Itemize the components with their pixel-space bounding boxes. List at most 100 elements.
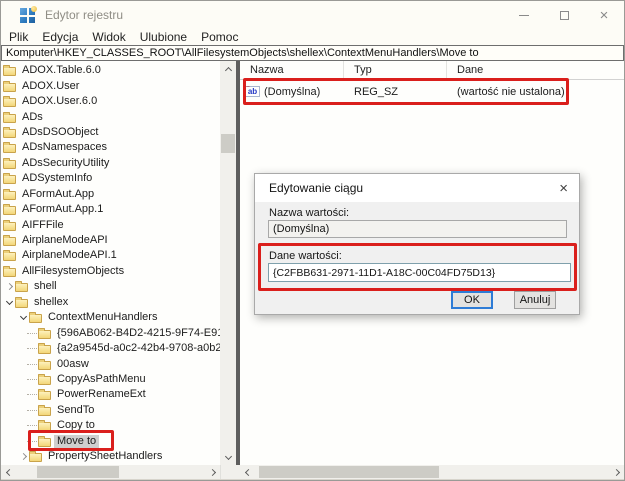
column-header-dane[interactable]: Dane: [447, 61, 624, 79]
tree-item-label: PropertySheetHandlers: [45, 450, 165, 463]
tree-item-label: Copy to: [54, 419, 98, 432]
chevron-left-icon: [244, 468, 251, 475]
tree-item-label: AFormAut.App: [19, 188, 97, 201]
horizontal-scroll-thumb[interactable]: [259, 466, 439, 478]
menu-item-pomoc[interactable]: Pomoc: [199, 30, 247, 44]
menu-item-widok[interactable]: Widok: [90, 30, 134, 44]
tree-item-label: AirplaneModeAPI: [19, 234, 111, 247]
tree-guide-line: [27, 425, 37, 426]
cancel-button[interactable]: Anuluj: [514, 291, 556, 309]
tree-item-aformaut-app[interactable]: AFormAut.App: [1, 187, 220, 202]
vertical-scroll-thumb[interactable]: [221, 134, 235, 153]
tree-item-596ab062-b4d2-4215-9f74-e9109b0a[interactable]: {596AB062-B4D2-4215-9F74-E9109B0A: [1, 325, 220, 340]
tree-item-adsysteminfo[interactable]: ADSystemInfo: [1, 171, 220, 186]
tree-item-label: ADOX.User: [19, 80, 82, 93]
folder-icon: [38, 376, 51, 385]
tree-item-propertysheethandlers[interactable]: PropertySheetHandlers: [1, 449, 220, 464]
minimize-icon: [519, 15, 529, 16]
tree-item-label: {596AB062-B4D2-4215-9F74-E9109B0A: [54, 327, 220, 340]
tree-guide-line: [27, 333, 37, 334]
menu-item-edycja[interactable]: Edycja: [40, 30, 87, 44]
tree-item-copy-to[interactable]: Copy to: [1, 418, 220, 433]
folder-icon: [3, 237, 16, 246]
close-icon: ×: [600, 8, 609, 23]
folder-icon: [3, 160, 16, 169]
scrollbar-corner: [220, 465, 240, 479]
chevron-down-icon[interactable]: [3, 301, 15, 304]
tree-item-label: shellex: [31, 296, 71, 309]
value-data: (wartość nie ustalona): [447, 86, 624, 98]
tree-item-ads[interactable]: ADs: [1, 109, 220, 124]
tree-item-allfilesystemobjects[interactable]: AllFilesystemObjects: [1, 264, 220, 279]
tree-item-adox-user[interactable]: ADOX.User: [1, 78, 220, 93]
tree-item-label: PowerRenameExt: [54, 388, 149, 401]
scroll-right-button[interactable]: [206, 465, 220, 479]
tree-item-label: shell: [31, 280, 60, 293]
value-name: (Domyślna): [264, 86, 320, 98]
scroll-up-button[interactable]: [220, 61, 236, 77]
tree-item-label: ADOX.User.6.0: [19, 95, 100, 108]
tree-item-00asw[interactable]: 00asw: [1, 356, 220, 371]
minimize-button[interactable]: [504, 1, 544, 29]
tree-item-copyaspathmenu[interactable]: CopyAsPathMenu: [1, 372, 220, 387]
tree-item-adssecurityutility[interactable]: ADsSecurityUtility: [1, 156, 220, 171]
tree-item-shellex[interactable]: shellex: [1, 295, 220, 310]
chevron-right-icon: [208, 468, 215, 475]
tree-item-airplanemodeapi-1[interactable]: AirplaneModeAPI.1: [1, 248, 220, 263]
value-data-label: Dane wartości:: [269, 250, 342, 262]
tree-item-move-to[interactable]: Move to: [1, 434, 220, 449]
value-name-cell: ab(Domyślna): [240, 86, 344, 98]
maximize-button[interactable]: [544, 1, 584, 29]
dialog-close-button[interactable]: ×: [559, 181, 568, 196]
tree-item-adox-user-6-0[interactable]: ADOX.User.6.0: [1, 94, 220, 109]
tree-item-aifffile[interactable]: AIFFFile: [1, 217, 220, 232]
tree-item-adsnamespaces[interactable]: ADsNamespaces: [1, 140, 220, 155]
tree-item-sendto[interactable]: SendTo: [1, 403, 220, 418]
value-data-input[interactable]: [268, 263, 571, 282]
tree-item-powerrenameext[interactable]: PowerRenameExt: [1, 387, 220, 402]
tree-item-airplanemodeapi[interactable]: AirplaneModeAPI: [1, 233, 220, 248]
folder-icon: [38, 361, 51, 370]
list-body: ab(Domyślna)REG_SZ(wartość nie ustalona): [240, 80, 624, 103]
tree-item-contextmenuhandlers[interactable]: ContextMenuHandlers: [1, 310, 220, 325]
column-header-typ[interactable]: Typ: [344, 61, 447, 79]
tree-item-adox-table-6-0[interactable]: ADOX.Table.6.0: [1, 63, 220, 78]
folder-icon: [3, 206, 16, 215]
tree-item-label: AFormAut.App.1: [19, 203, 106, 216]
tree-vertical-scrollbar[interactable]: [220, 61, 236, 465]
chevron-down-icon: [224, 452, 231, 459]
tree-item-label: Move to: [54, 435, 99, 448]
ok-button[interactable]: OK: [451, 291, 493, 309]
chevron-left-icon: [5, 468, 12, 475]
folder-icon: [38, 330, 51, 339]
tree-item-adsdsoobject[interactable]: ADsDSOObject: [1, 125, 220, 140]
scroll-left-button[interactable]: [240, 465, 254, 479]
folder-icon: [38, 422, 51, 431]
tree-item-a2a9545d-a0c2-42b4-9708-a0b2badd[interactable]: {a2a9545d-a0c2-42b4-9708-a0b2badd: [1, 341, 220, 356]
value-row[interactable]: ab(Domyślna)REG_SZ(wartość nie ustalona): [240, 80, 624, 103]
tree-item-aformaut-app-1[interactable]: AFormAut.App.1: [1, 202, 220, 217]
tree-item-shell[interactable]: shell: [1, 279, 220, 294]
value-name-input[interactable]: [268, 220, 567, 238]
chevron-right-icon[interactable]: [17, 454, 29, 459]
folder-icon: [3, 67, 16, 76]
scroll-right-button[interactable]: [610, 465, 624, 479]
scroll-down-button[interactable]: [220, 449, 236, 465]
close-button[interactable]: ×: [584, 1, 624, 29]
menu-item-plik[interactable]: Plik: [7, 30, 37, 44]
horizontal-scroll-thumb[interactable]: [37, 466, 119, 478]
menu-item-ulubione[interactable]: Ulubione: [138, 30, 196, 44]
caption-buttons: ×: [504, 1, 624, 29]
tree-pane: ADOX.Table.6.0ADOX.UserADOX.User.6.0ADsA…: [1, 61, 236, 465]
tree-item-label: ContextMenuHandlers: [45, 311, 160, 324]
window-title: Edytor rejestru: [45, 8, 123, 22]
address-bar[interactable]: Komputer\HKEY_CLASSES_ROOT\AllFilesystem…: [1, 45, 624, 61]
scroll-left-button[interactable]: [1, 465, 15, 479]
regedit-window: Edytor rejestru × PlikEdycjaWidok Ulubion…: [0, 0, 625, 481]
folder-icon: [3, 129, 16, 138]
list-horizontal-scrollbar[interactable]: [240, 465, 624, 479]
chevron-right-icon[interactable]: [3, 284, 15, 289]
tree-horizontal-scrollbar[interactable]: [1, 465, 220, 479]
column-header-nazwa[interactable]: Nazwa: [240, 61, 344, 79]
chevron-down-icon[interactable]: [17, 316, 29, 319]
